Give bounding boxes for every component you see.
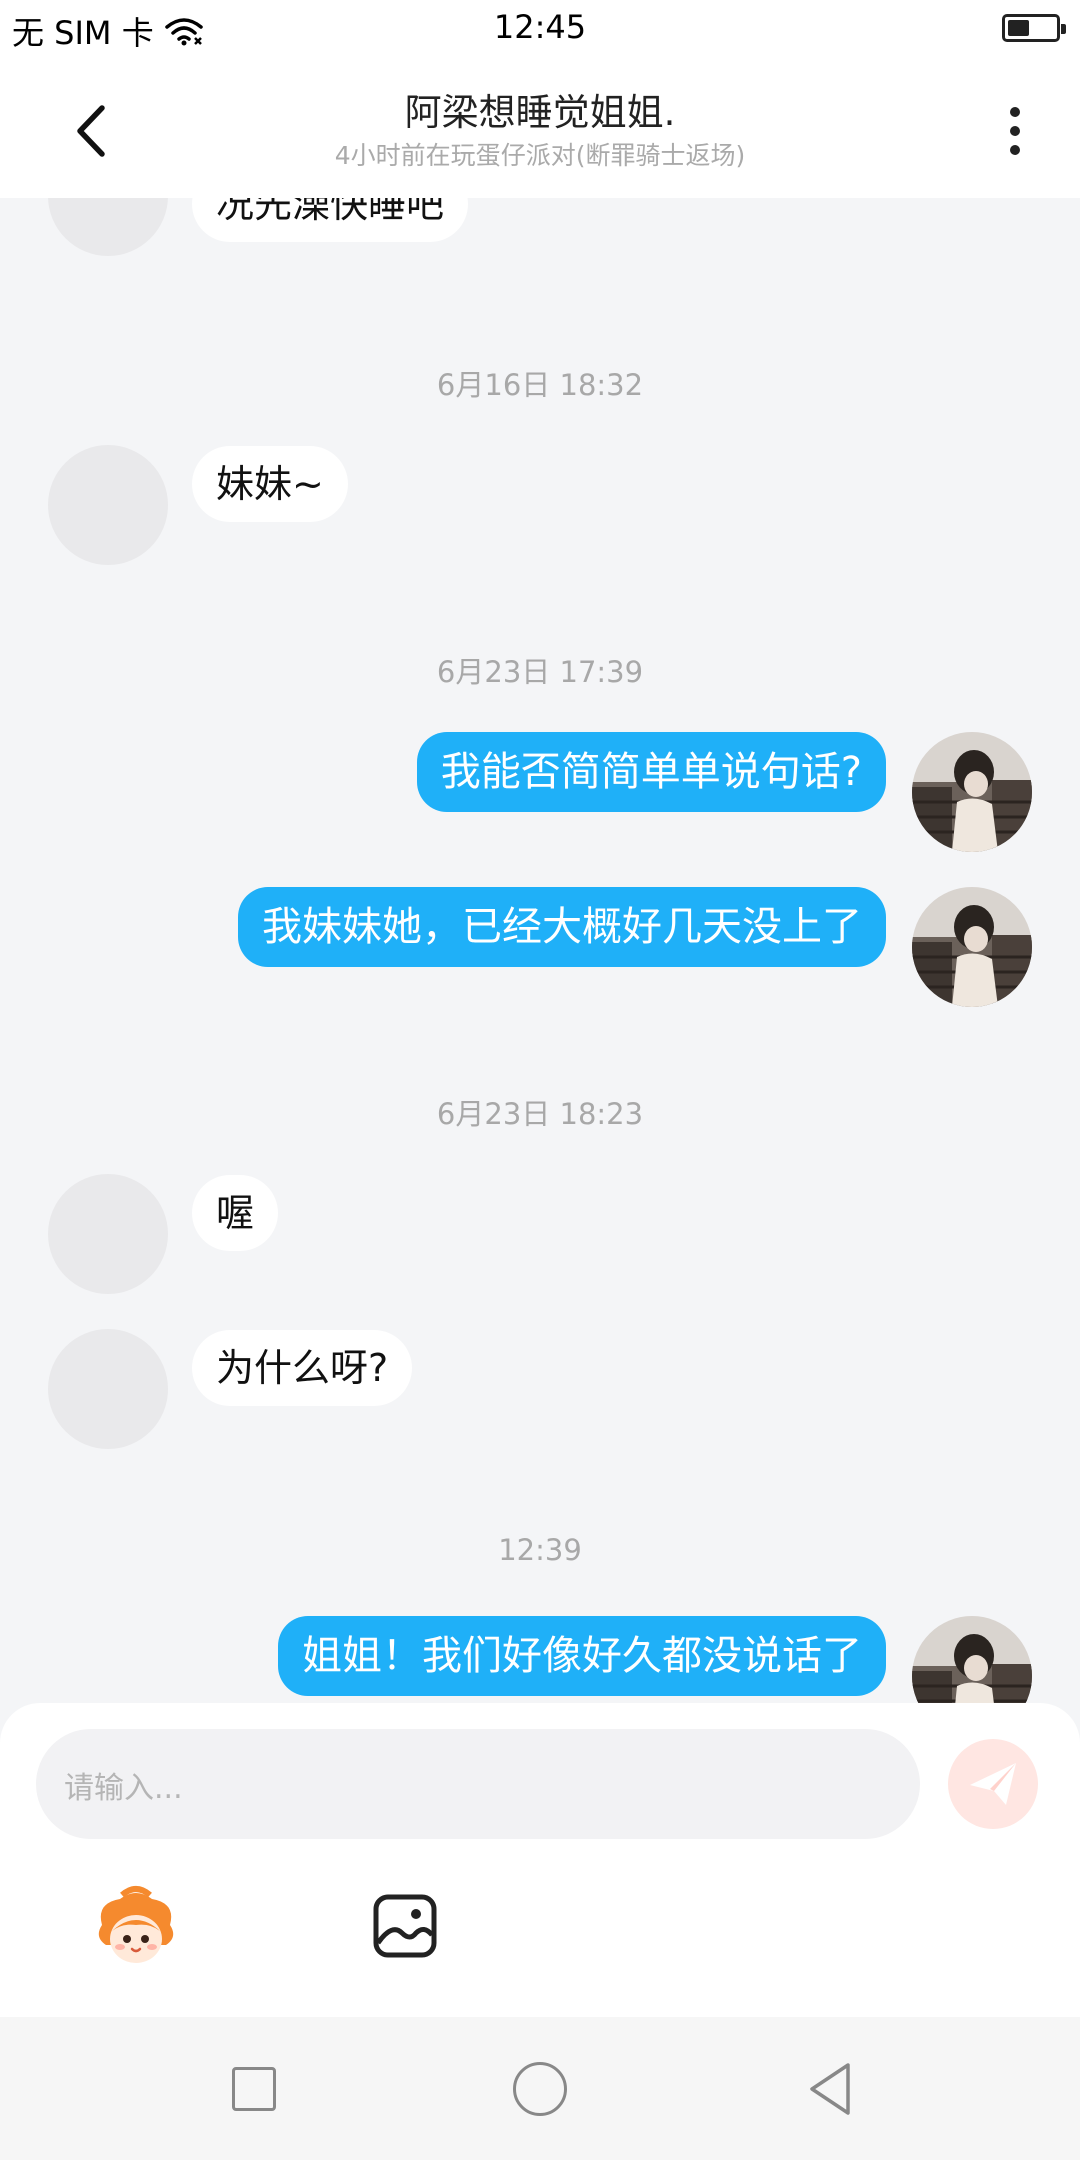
contact-avatar[interactable] xyxy=(48,1329,168,1449)
contact-status: 4小时前在玩蛋仔派对(断罪骑士返场) xyxy=(334,141,746,170)
status-bar: 无 SIM 卡 12:45 xyxy=(0,0,1080,60)
emoji-button[interactable] xyxy=(92,1885,180,1973)
message-timestamp: 6月23日 17:39 xyxy=(436,655,644,689)
nav-back-button[interactable] xyxy=(806,2061,854,2117)
message-timestamp: 12:39 xyxy=(498,1533,582,1567)
chat-screen: 无 SIM 卡 12:45 阿梁想睡觉姐姐. 4小时前在玩蛋仔派对(断罪骑士返场… xyxy=(0,0,1080,2160)
character-emoji-icon xyxy=(98,1886,174,1963)
contact-name: 阿梁想睡觉姐姐. xyxy=(404,91,676,134)
user-avatar[interactable] xyxy=(912,732,1032,852)
message-input-placeholder: 请输入... xyxy=(64,1771,183,1806)
user-avatar[interactable] xyxy=(912,887,1032,1007)
battery-fill xyxy=(1008,20,1029,36)
send-button[interactable] xyxy=(948,1739,1038,1829)
system-nav-bar xyxy=(0,2017,1080,2160)
chat-header: 阿梁想睡觉姐姐. 4小时前在玩蛋仔派对(断罪骑士返场) xyxy=(0,60,1080,198)
message-timestamp: 6月16日 18:32 xyxy=(436,368,644,402)
contact-avatar[interactable] xyxy=(48,1174,168,1294)
user-avatar-image xyxy=(912,1616,1032,1703)
triangle-back-icon xyxy=(810,2063,850,2115)
message-list[interactable]: 况先澡快睡吧 6月16日 18:32 妹妹~ 6月23日 17:39 我能否简简… xyxy=(0,198,1080,1703)
image-button[interactable] xyxy=(372,1893,438,1959)
user-avatar-image xyxy=(912,887,1032,1007)
more-vertical-icon xyxy=(1010,107,1020,117)
message-timestamp: 6月23日 18:23 xyxy=(436,1097,644,1131)
incoming-message[interactable]: 喔 xyxy=(192,1175,279,1251)
composer-panel: 请输入... xyxy=(0,1703,1080,2017)
outgoing-message[interactable]: 我妹妹她，已经大概好几天没上了 xyxy=(238,887,886,967)
more-options-button[interactable] xyxy=(990,96,1040,166)
incoming-message[interactable]: 况先澡快睡吧 xyxy=(192,198,469,242)
incoming-message[interactable]: 妹妹~ xyxy=(192,446,348,522)
image-icon xyxy=(373,1894,437,1958)
incoming-message[interactable]: 为什么呀? xyxy=(192,1330,413,1406)
home-button[interactable] xyxy=(513,2062,567,2116)
contact-avatar[interactable] xyxy=(48,445,168,565)
paper-plane-icon xyxy=(970,1763,1016,1805)
outgoing-message[interactable]: 姐姐！我们好像好久都没说话了 xyxy=(278,1616,886,1696)
clock: 12:45 xyxy=(493,8,587,46)
user-avatar-image xyxy=(912,732,1032,852)
user-avatar[interactable] xyxy=(912,1616,1032,1703)
contact-avatar[interactable] xyxy=(48,198,168,256)
battery-icon xyxy=(1002,14,1066,42)
outgoing-message[interactable]: 我能否简简单单说句话? xyxy=(416,732,886,812)
message-input[interactable]: 请输入... xyxy=(36,1729,920,1839)
recent-apps-button[interactable] xyxy=(232,2067,276,2111)
